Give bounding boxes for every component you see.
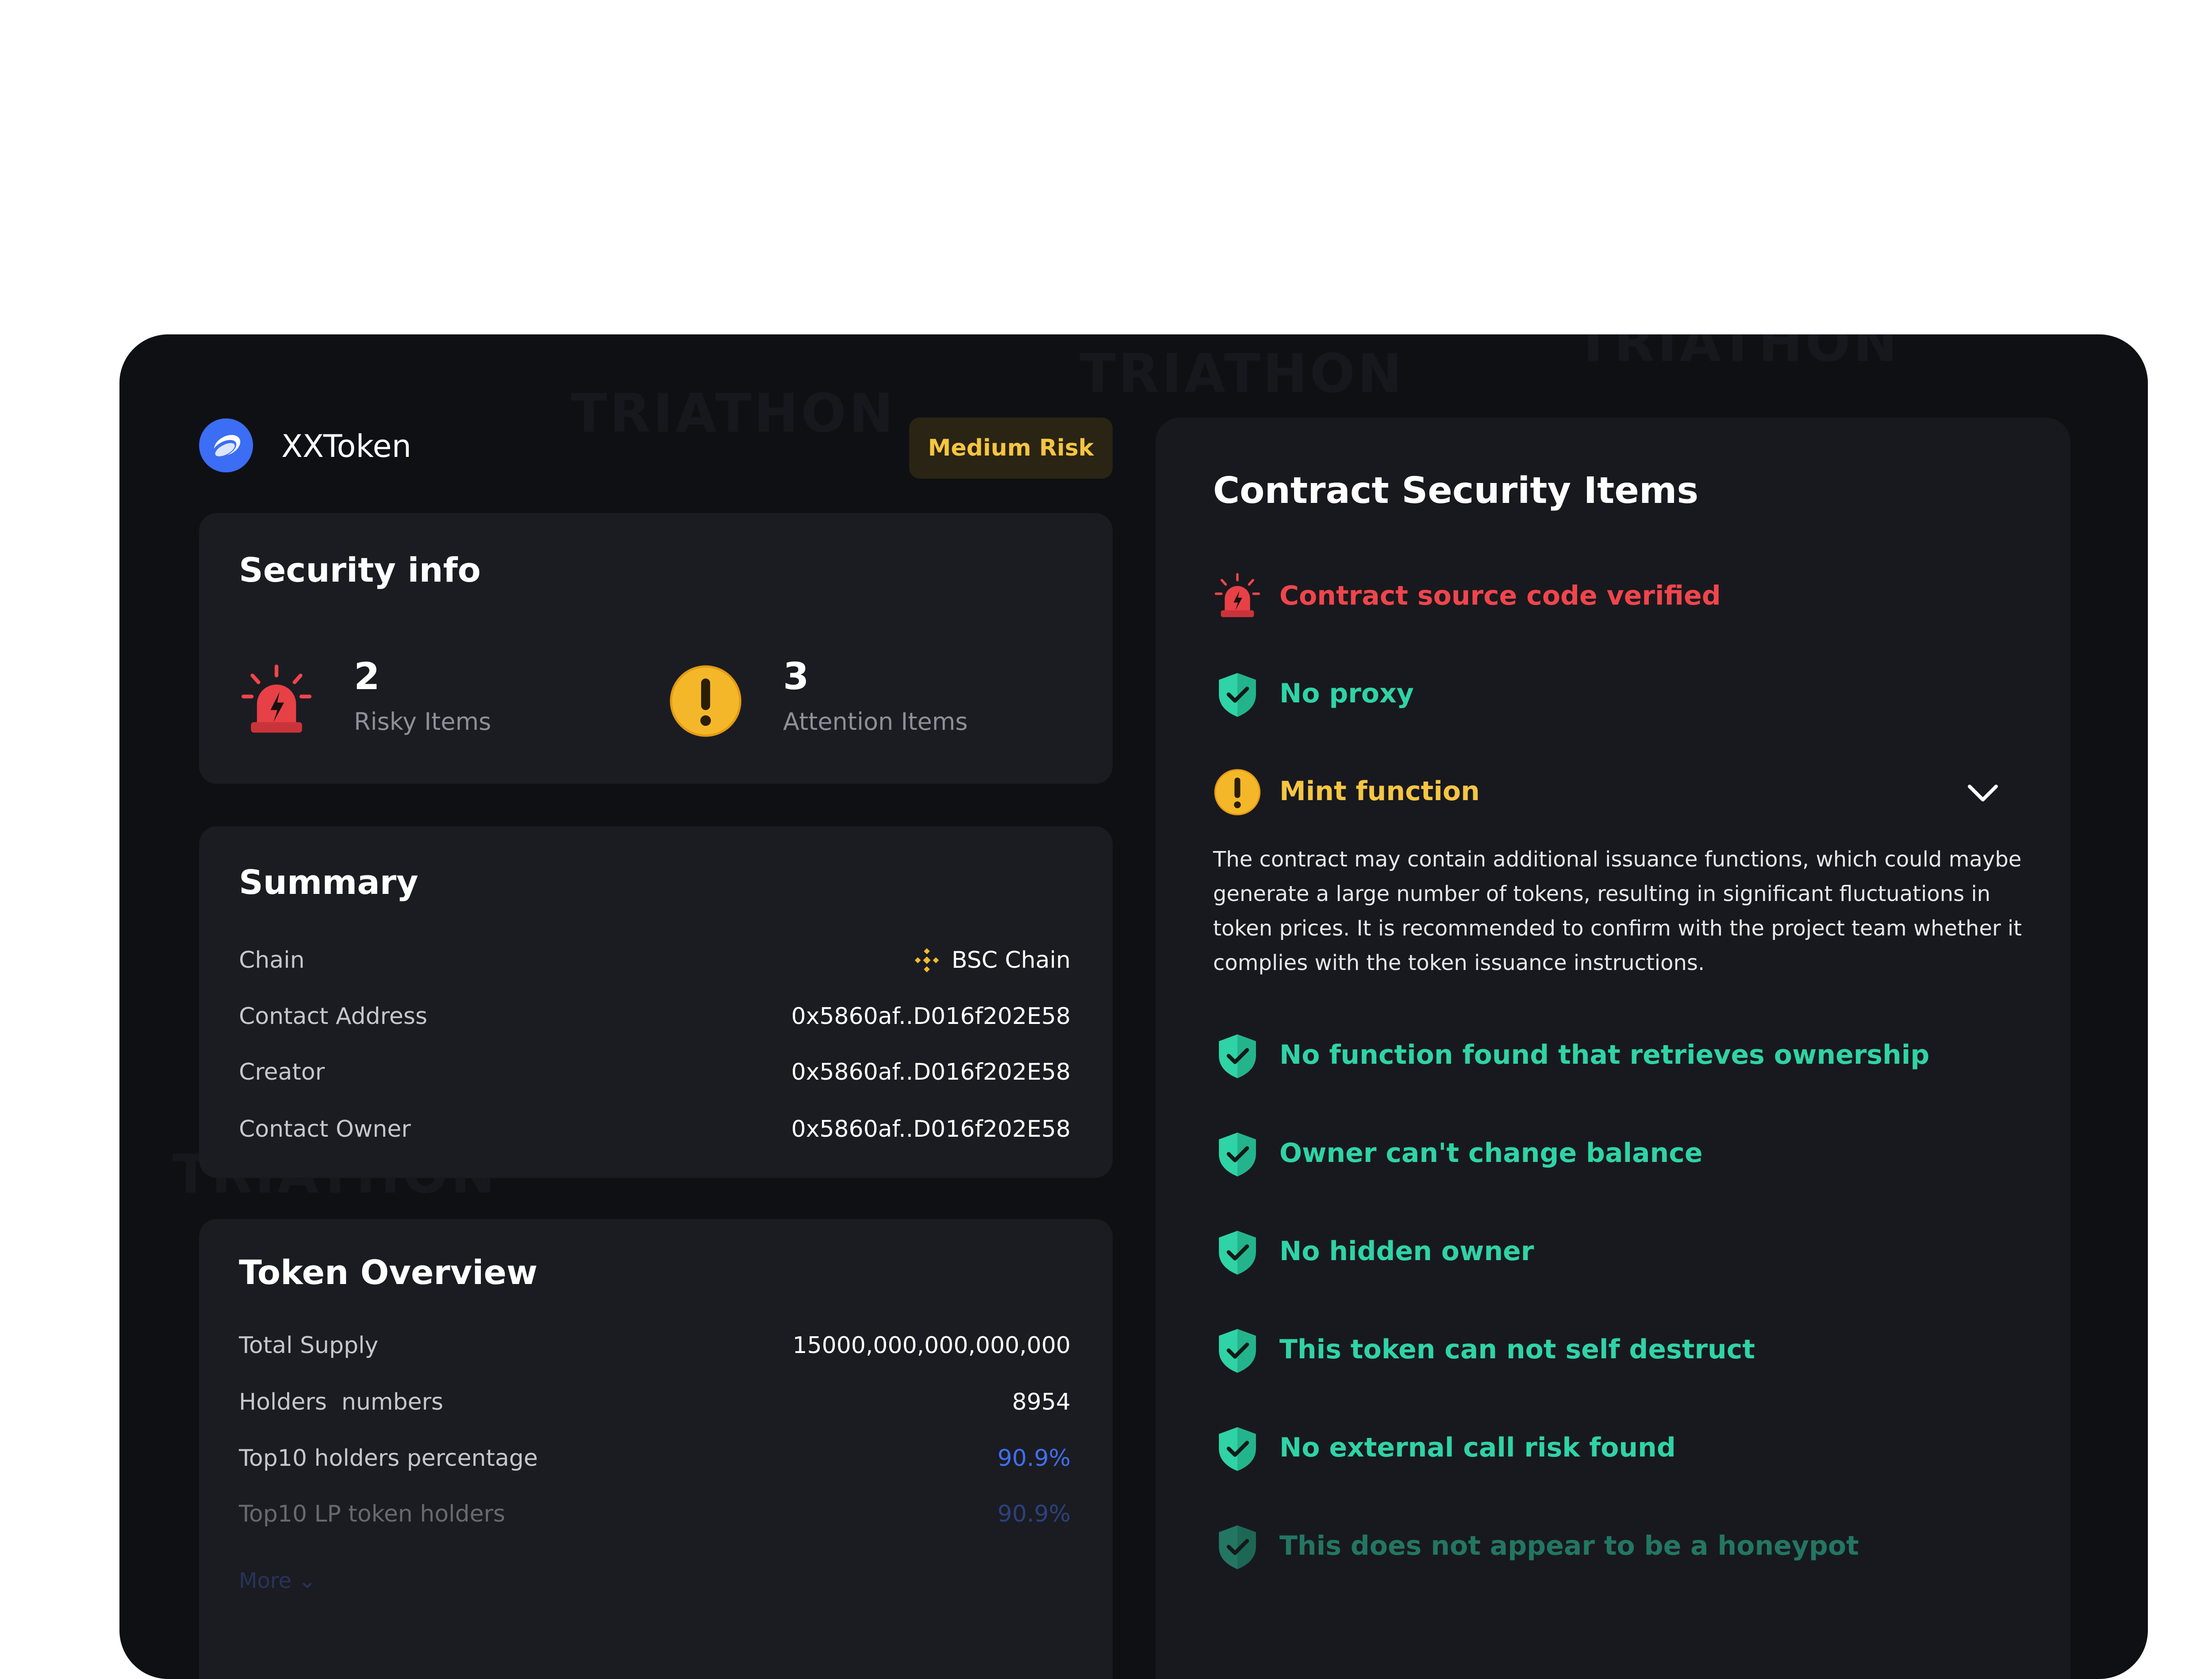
attention-items-label: Attention Items — [783, 708, 968, 736]
row-label: Creator — [239, 1059, 325, 1085]
risk-level-badge: Medium Risk — [909, 418, 1113, 479]
shield-check-icon — [1213, 670, 1262, 719]
security-item-label: This does not appear to be a honeypot — [1279, 1530, 1859, 1561]
token-overview-card: Token Overview Total Supply 15000,000,00… — [199, 1219, 1113, 1679]
creator-address-value[interactable]: 0x5860af..D016f202E58 — [791, 1059, 1071, 1085]
chevron-down-icon: ⌄ — [298, 1568, 316, 1593]
row-label: Total Supply — [239, 1332, 379, 1359]
mint-function-description: The contract may contain additional issu… — [1213, 847, 2022, 975]
security-item-label: No hidden owner — [1279, 1236, 1534, 1267]
total-supply-value: 15000,000,000,000,000 — [792, 1332, 1071, 1359]
attention-items-stat: 3 Attention Items — [668, 655, 1066, 743]
watermark: TRIATHON — [1079, 343, 1405, 405]
security-info-title: Security info — [239, 550, 481, 590]
security-item-label: Contract source code verified — [1279, 580, 1721, 611]
watermark: TRIATHON — [1575, 334, 1901, 374]
row-label: Top10 holders percentage — [239, 1445, 538, 1472]
warning-exclamation-icon — [1213, 768, 1262, 816]
shield-check-icon — [1213, 1424, 1262, 1473]
contract-security-card: Contract Security Items Contract source … — [1156, 418, 2070, 1679]
row-label: Chain — [239, 947, 305, 974]
row-label: Contact Address — [239, 1003, 427, 1030]
security-item-honeypot[interactable]: This does not appear to be a honeypot — [1213, 1518, 2023, 1576]
security-item-label: No external call risk found — [1279, 1432, 1676, 1463]
contract-address-value[interactable]: 0x5860af..D016f202E58 — [791, 1003, 1071, 1030]
token-overview-title: Token Overview — [239, 1253, 538, 1292]
contract-security-title: Contract Security Items — [1213, 470, 1699, 512]
shield-check-icon — [1213, 1031, 1262, 1080]
more-link[interactable]: More ⌄ — [239, 1568, 316, 1593]
top10-lp-percentage[interactable]: 90.9% — [998, 1501, 1071, 1527]
overview-row-holders: Holders numbers 8954 — [239, 1382, 1071, 1422]
bnb-chain-icon — [914, 947, 940, 974]
alarm-siren-icon — [239, 663, 314, 739]
shield-check-icon — [1213, 1228, 1262, 1276]
summary-card: Summary Chain BSC Chain Contact Address … — [199, 826, 1113, 1178]
warning-exclamation-icon — [668, 663, 743, 739]
security-item-label: Mint function — [1279, 776, 1480, 807]
security-item-label: No function found that retrieves ownersh… — [1279, 1039, 1930, 1070]
shield-check-icon — [1213, 1522, 1262, 1571]
token-name: XXToken — [281, 428, 411, 464]
security-item-ownership[interactable]: No function found that retrieves ownersh… — [1213, 1027, 2023, 1085]
chain-name: BSC Chain — [951, 947, 1071, 974]
security-item-self-destruct[interactable]: This token can not self destruct — [1213, 1322, 2023, 1379]
row-label: Contact Owner — [239, 1116, 411, 1142]
summary-title: Summary — [239, 862, 419, 902]
token-header: XXToken Medium Risk — [199, 418, 1113, 480]
more-label: More — [239, 1568, 292, 1593]
shield-check-icon — [1213, 1130, 1262, 1178]
risky-items-label: Risky Items — [354, 708, 492, 736]
token-security-panel: TRIATHON TRIATHON TRIATHON TRIATHON XXTo… — [119, 334, 2148, 1679]
security-item-source-verified[interactable]: Contract source code verified — [1213, 568, 2023, 625]
alarm-siren-icon — [1213, 572, 1262, 621]
overview-row-top10-lp: Top10 LP token holders 90.9% — [239, 1494, 1071, 1534]
summary-row-creator: Creator 0x5860af..D016f202E58 — [239, 1052, 1071, 1092]
row-label: Top10 LP token holders — [239, 1501, 505, 1527]
row-label: Holders numbers — [239, 1389, 443, 1415]
top10-holders-percentage[interactable]: 90.9% — [998, 1445, 1071, 1472]
attention-items-count: 3 — [783, 655, 809, 698]
security-item-mint-function[interactable]: Mint function — [1213, 763, 2023, 821]
security-item-label: Owner can't change balance — [1279, 1138, 1703, 1169]
shield-check-icon — [1213, 1326, 1262, 1375]
chevron-down-icon[interactable] — [1965, 778, 2001, 809]
security-info-card: Security info 2 Risky Items 3 Attention … — [199, 513, 1113, 784]
overview-row-total-supply: Total Supply 15000,000,000,000,000 — [239, 1326, 1071, 1365]
security-item-no-proxy[interactable]: No proxy — [1213, 666, 2023, 723]
security-item-hidden-owner[interactable]: No hidden owner — [1213, 1223, 2023, 1281]
security-item-label: This token can not self destruct — [1279, 1334, 1755, 1365]
security-item-external-call[interactable]: No external call risk found — [1213, 1420, 2023, 1477]
overview-row-top10-holders: Top10 holders percentage 90.9% — [239, 1438, 1071, 1478]
risky-items-count: 2 — [354, 655, 380, 698]
owner-address-value[interactable]: 0x5860af..D016f202E58 — [791, 1116, 1071, 1142]
security-item-balance[interactable]: Owner can't change balance — [1213, 1125, 2023, 1183]
token-logo-icon — [199, 418, 253, 472]
summary-row-contact-owner: Contact Owner 0x5860af..D016f202E58 — [239, 1109, 1071, 1149]
security-item-label: No proxy — [1279, 678, 1414, 709]
summary-row-chain: Chain BSC Chain — [239, 940, 1071, 980]
summary-row-contact-address: Contact Address 0x5860af..D016f202E58 — [239, 997, 1071, 1036]
holders-count-value: 8954 — [1012, 1389, 1071, 1415]
row-value: BSC Chain — [914, 947, 1071, 974]
risky-items-stat: 2 Risky Items — [239, 655, 637, 743]
